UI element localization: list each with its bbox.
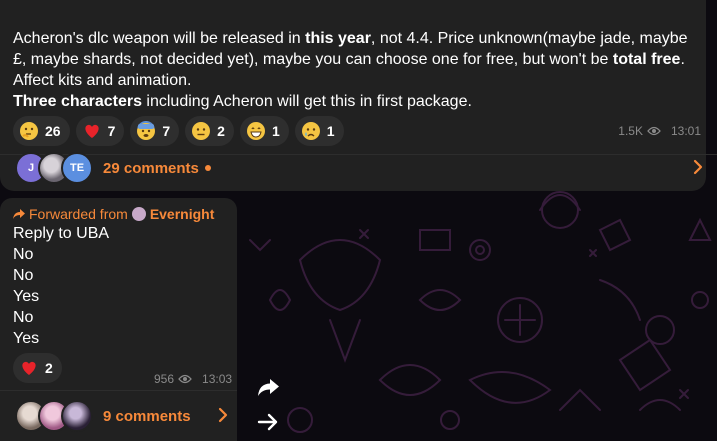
- reaction-anxious[interactable]: 7: [130, 116, 180, 146]
- reaction-count: 7: [162, 123, 171, 139]
- avatar: [131, 207, 146, 221]
- text-line: Reply to UBA: [13, 225, 110, 242]
- eye-icon: [178, 374, 192, 384]
- reaction-count: 1: [271, 123, 280, 139]
- forwarded-text: Reply to UBA No No Yes No Yes: [13, 223, 223, 349]
- red-heart-icon: [84, 124, 99, 138]
- reaction-heart[interactable]: 7: [75, 116, 125, 146]
- forwarded-prefix: Forwarded from: [29, 206, 128, 222]
- comments-button[interactable]: J TE 29 comments: [15, 152, 211, 184]
- post-text-bold-this-year: this year: [305, 30, 371, 47]
- view-count: 1.5K: [618, 124, 643, 138]
- forwarded-reactions: 2: [13, 353, 62, 383]
- avatar: TE: [61, 152, 93, 184]
- forwarded-header[interactable]: Forwarded from Evernight: [13, 206, 214, 222]
- post-time: 13:03: [202, 372, 233, 386]
- forwarded-from-name: Evernight: [149, 206, 215, 222]
- chevron-right-icon[interactable]: [693, 159, 703, 175]
- text-line: No: [13, 267, 34, 284]
- forwarded-meta: 956 13:03: [154, 372, 232, 386]
- view-count: 956: [154, 372, 175, 386]
- reaction-heart[interactable]: 2: [13, 353, 62, 383]
- post-text-line2: including Acheron will get this in first…: [141, 93, 472, 110]
- chevron-right-icon[interactable]: [218, 407, 228, 423]
- neutral-face-icon: [192, 122, 211, 140]
- comments-button[interactable]: 9 comments: [15, 400, 191, 432]
- reaction-crying[interactable]: 1: [294, 116, 344, 146]
- eye-icon: [647, 126, 661, 136]
- reaction-thinking[interactable]: 26: [13, 116, 70, 146]
- grinning-face-icon: [246, 122, 265, 140]
- share-icon[interactable]: [254, 373, 282, 401]
- reaction-count: 26: [45, 123, 61, 139]
- anxious-face-icon: [137, 121, 156, 140]
- text-line: Yes: [13, 288, 40, 305]
- reaction-count: 2: [217, 123, 225, 139]
- text-line: No: [13, 309, 34, 326]
- post-text-seg-0: Acheron's dlc weapon will be released in: [13, 30, 306, 47]
- red-heart-icon: [22, 361, 36, 375]
- reaction-grinning[interactable]: 1: [239, 116, 289, 146]
- reaction-count: 1: [326, 123, 335, 139]
- arrow-right-icon[interactable]: [254, 408, 282, 436]
- comments-label: 29 comments: [103, 159, 199, 177]
- post-text-bold-total-free: total free: [612, 51, 681, 68]
- avatar: [61, 400, 93, 432]
- forward-icon: [13, 209, 25, 219]
- text-line: Yes: [13, 330, 40, 347]
- reaction-count: 7: [107, 123, 116, 139]
- post-meta: 1.5K 13:01: [618, 124, 701, 138]
- comments-divider: [0, 390, 237, 391]
- post-time: 13:01: [670, 124, 701, 138]
- reaction-neutral[interactable]: 2: [185, 116, 234, 146]
- reaction-count: 2: [45, 360, 53, 376]
- text-line: No: [13, 246, 34, 263]
- post-text-bold-three-characters: Three characters: [13, 93, 142, 110]
- comments-label: 9 comments: [103, 407, 191, 425]
- unread-dot: [204, 165, 211, 171]
- post-reactions: 26 7 7 2 1 1: [13, 116, 344, 146]
- post-text: Acheron's dlc weapon will be released in…: [13, 28, 693, 112]
- crying-face-icon: [301, 122, 320, 140]
- thinking-face-icon: [20, 122, 38, 140]
